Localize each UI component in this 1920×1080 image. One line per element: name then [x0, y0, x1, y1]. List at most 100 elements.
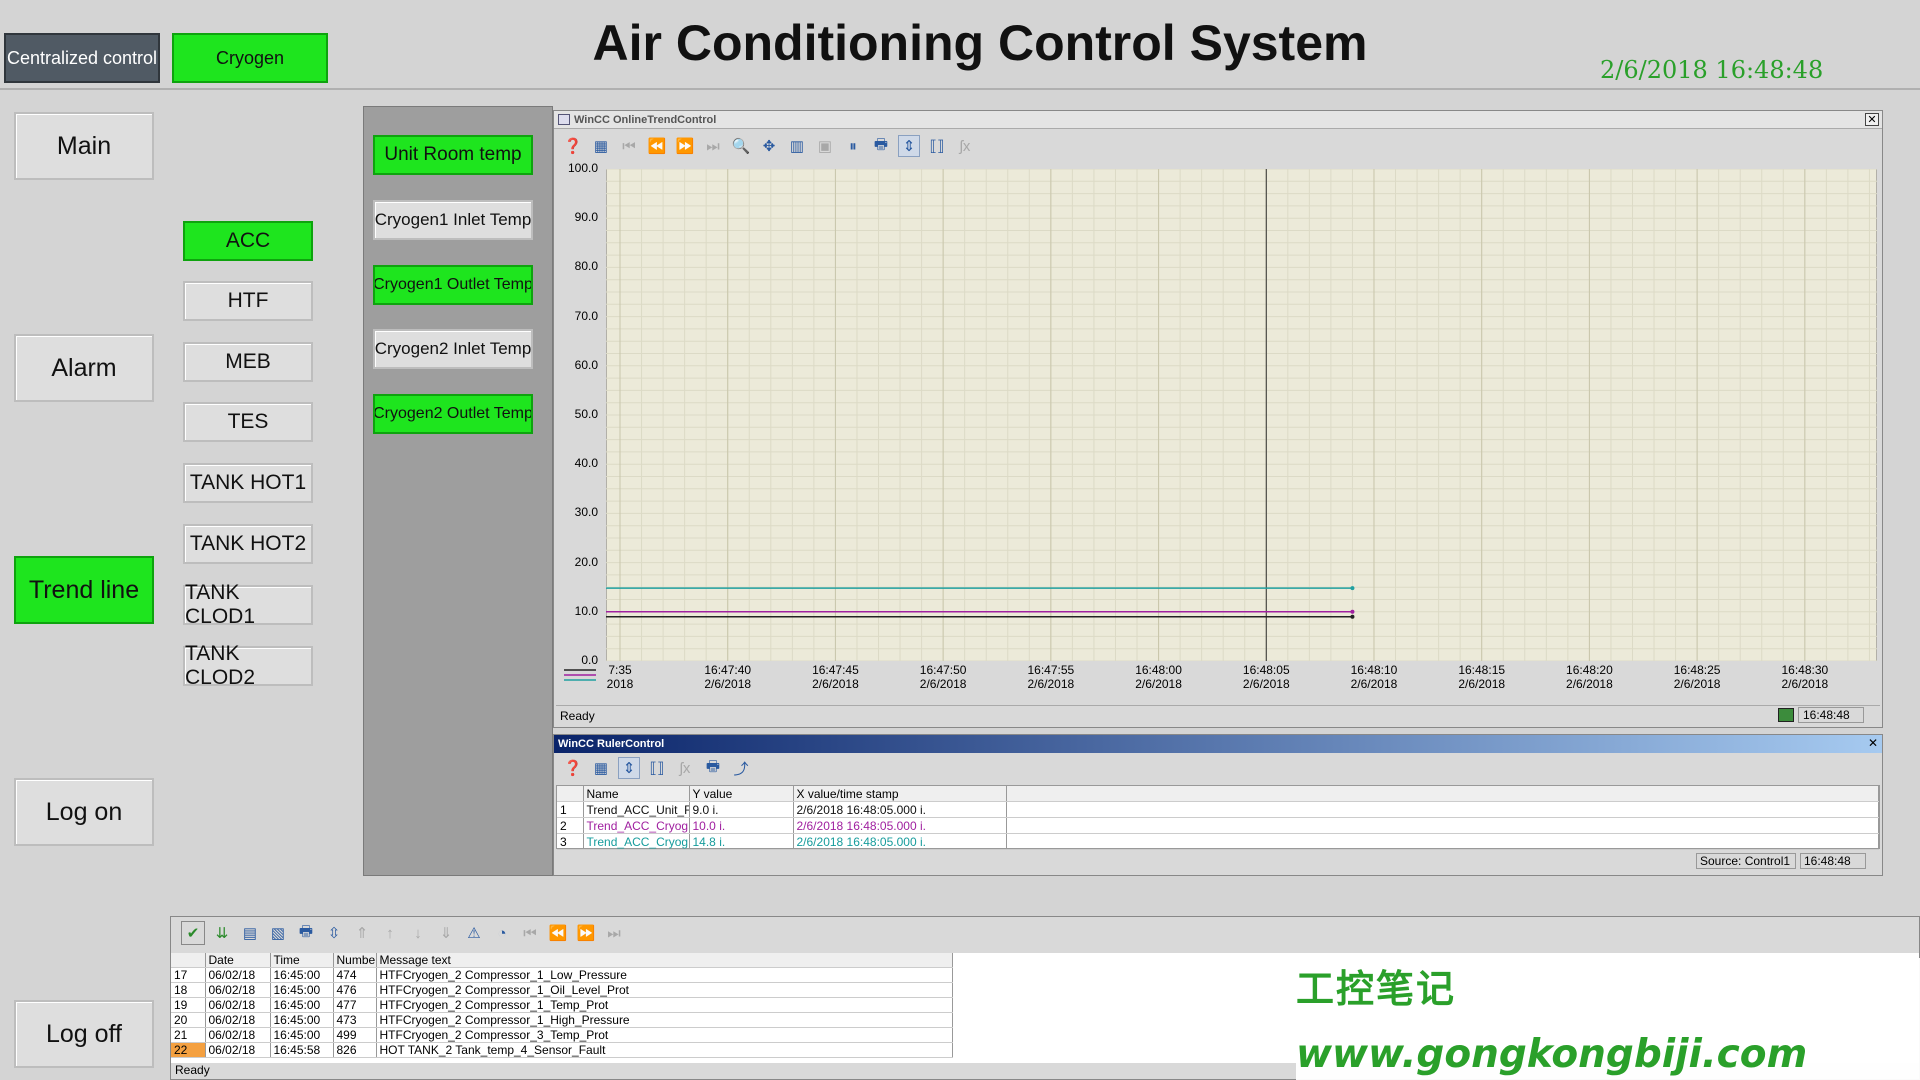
print-icon[interactable]: 🖶: [702, 757, 724, 779]
centralized-control-button[interactable]: Centralized control: [4, 33, 160, 83]
autoscroll-icon[interactable]: ⇳: [323, 922, 345, 944]
y-tick-label: 50.0: [574, 407, 598, 421]
acknowledge-icon[interactable]: ⚠: [463, 922, 485, 944]
original-view-icon[interactable]: ▣: [814, 135, 836, 157]
ruler-table: Name Y value X value/time stamp 1 Trend_…: [557, 786, 1879, 850]
config-dialog-icon[interactable]: ▦: [590, 757, 612, 779]
ruler-col-x[interactable]: X value/time stamp: [793, 786, 1007, 802]
statistics-icon[interactable]: ʃx: [954, 135, 976, 157]
statistic-area-window-icon[interactable]: ⟦⟧: [646, 757, 668, 779]
last-page-icon[interactable]: ⏭: [603, 922, 625, 944]
x-tick-label: 7:35 2018: [606, 663, 634, 691]
alarm-toolbar: ✔ ⇊ ▤ ▧ 🖶 ⇳ ⇑ ↑ ↓ ⇓ ⚠ ◔ ⏮ ⏪ ⏩ ⏭: [181, 921, 625, 945]
y-tick-label: 40.0: [574, 456, 598, 471]
trend-cryogen2-inlet-button[interactable]: Cryogen2 Inlet Temp: [373, 329, 533, 369]
last-record-icon[interactable]: ⏭: [702, 135, 724, 157]
ruler-row-index: 3: [557, 833, 584, 850]
historical-list-icon[interactable]: ⇊: [211, 922, 233, 944]
alarm-row-date: 06/02/18: [205, 997, 271, 1013]
trend-cryogen2-outlet-button[interactable]: Cryogen2 Outlet Temp: [373, 394, 533, 434]
move-axes-icon[interactable]: ✥: [758, 135, 780, 157]
subnav-tank-hot1-button[interactable]: TANK HOT1: [183, 463, 313, 503]
first-message-icon[interactable]: ⇑: [351, 922, 373, 944]
trend-toolbar: ❓ ▦ ⏮ ⏪ ⏩ ⏭ 🔍 ✥ ▥ ▣ ⏸ 🖶 ⇕ ⟦⟧ ʃx: [562, 135, 976, 157]
config-dialog-icon[interactable]: ▦: [590, 135, 612, 157]
ruler-icon[interactable]: ⇕: [898, 135, 920, 157]
first-page-icon[interactable]: ⏮: [519, 922, 541, 944]
watermark-url: www.gongkongbiji.com: [1296, 1032, 1808, 1077]
subnav-meb-button[interactable]: MEB: [183, 342, 313, 382]
log-off-button[interactable]: Log off: [14, 1000, 154, 1068]
alarm-col-time[interactable]: Time: [270, 953, 334, 968]
journal-list-icon[interactable]: ▤: [239, 922, 261, 944]
alarm-row-index: 17: [171, 967, 206, 983]
alarm-row[interactable]: 17 06/02/18 16:45:00 474 HTFCryogen_2 Co…: [171, 967, 953, 983]
trend-line-nav-button[interactable]: Trend line: [14, 556, 154, 624]
ruler-row[interactable]: 1 Trend_ACC_Unit_F 9.0 i. 2/6/2018 16:48…: [557, 801, 1879, 818]
subnav-tank-hot2-button[interactable]: TANK HOT2: [183, 524, 313, 564]
subnav-tank-clod2-button[interactable]: TANK CLOD2: [183, 642, 313, 689]
ruler-status-time: 16:48:48: [1800, 853, 1866, 869]
print-icon[interactable]: 🖶: [870, 135, 892, 157]
x-tick-label: 16:48:15 2/6/2018: [1458, 663, 1506, 691]
alarm-row[interactable]: 19 06/02/18 16:45:00 477 HTFCryogen_2 Co…: [171, 997, 953, 1013]
last-message-icon[interactable]: ⇓: [435, 922, 457, 944]
alarm-col-number[interactable]: Numbe: [333, 953, 377, 968]
previous-page-icon[interactable]: ⏪: [547, 922, 569, 944]
x-axis: 7:35 2018 16:47:40 2/6/2018 16:47:45 2/6/2018…: [606, 661, 1877, 701]
select-data-icon[interactable]: ▥: [786, 135, 808, 157]
alarm-row-index: 21: [171, 1027, 206, 1043]
alarm-row[interactable]: 18 06/02/18 16:45:00 476 HTFCryogen_2 Co…: [171, 982, 953, 998]
alarm-row-number: 499: [333, 1027, 377, 1043]
ruler-row[interactable]: 3 Trend_ACC_Cryog 14.8 i. 2/6/2018 16:48…: [557, 833, 1879, 850]
trend-unit-room-temp-button[interactable]: Unit Room temp: [373, 135, 533, 175]
next-page-icon[interactable]: ⏩: [575, 922, 597, 944]
log-on-button[interactable]: Log on: [14, 778, 154, 846]
ruler-row[interactable]: 2 Trend_ACC_Cryog 10.0 i. 2/6/2018 16:48…: [557, 817, 1879, 834]
next-message-icon[interactable]: ↓: [407, 922, 429, 944]
ruler-window-icon[interactable]: ⇕: [618, 757, 640, 779]
y-tick-label: 10.0: [574, 603, 598, 618]
ruler-window-titlebar: WinCC RulerControl: [554, 735, 1882, 753]
statistic-area-icon[interactable]: ⟦⟧: [926, 135, 948, 157]
loop-in-alarm-icon[interactable]: ◔: [491, 922, 513, 944]
next-record-icon[interactable]: ⏩: [674, 135, 696, 157]
subnav-tes-button[interactable]: TES: [183, 402, 313, 442]
alarm-row[interactable]: 21 06/02/18 16:45:00 499 HTFCryogen_2 Co…: [171, 1027, 953, 1043]
subnav-acc-button[interactable]: ACC: [183, 221, 313, 261]
first-record-icon[interactable]: ⏮: [618, 135, 640, 157]
ruler-col-name[interactable]: Name: [583, 786, 690, 802]
alarm-row-index: 18: [171, 982, 206, 998]
subnav-tank-clod1-button[interactable]: TANK CLOD1: [183, 581, 313, 628]
trend-cryogen1-inlet-button[interactable]: Cryogen1 Inlet Temp: [373, 200, 533, 240]
alarm-row-index: 20: [171, 1012, 206, 1028]
stop-start-icon[interactable]: ⏸: [842, 135, 864, 157]
previous-message-icon[interactable]: ↑: [379, 922, 401, 944]
ruler-col-y[interactable]: Y value: [689, 786, 794, 802]
subnav-htf-button[interactable]: HTF: [183, 281, 313, 321]
legend-icon[interactable]: [562, 665, 598, 685]
message-list-icon[interactable]: ✔: [181, 921, 205, 945]
export-icon[interactable]: ⤴: [730, 757, 752, 779]
alarm-nav-button[interactable]: Alarm: [14, 334, 154, 402]
alarm-col-date[interactable]: Date: [205, 953, 271, 968]
help-icon[interactable]: ❓: [562, 757, 584, 779]
trend-chart[interactable]: [606, 169, 1877, 661]
print-icon[interactable]: 🖶: [295, 922, 317, 944]
y-axis: 100.0 90.0 80.0 70.0 60.0 50.0 40.0 30.0 20.0 10.…: [554, 161, 602, 667]
alarm-col-message[interactable]: Message text: [376, 953, 953, 968]
trend-cryogen1-outlet-button[interactable]: Cryogen1 Outlet Temp: [373, 265, 533, 305]
statistics-window-icon[interactable]: ʃx: [674, 757, 696, 779]
alarm-row[interactable]: 22 06/02/18 16:45:58 826 HOT TANK_2 Tank…: [171, 1042, 953, 1058]
trend-status-bar: Ready: [556, 705, 1880, 725]
lock-list-icon[interactable]: ▧: [267, 922, 289, 944]
zoom-area-icon[interactable]: 🔍: [730, 135, 752, 157]
main-nav-button[interactable]: Main: [14, 112, 154, 180]
help-icon[interactable]: ❓: [562, 135, 584, 157]
close-icon[interactable]: ✕: [1868, 736, 1878, 750]
alarm-row-number: 476: [333, 982, 377, 998]
close-icon[interactable]: ✕: [1865, 113, 1879, 126]
alarm-row[interactable]: 20 06/02/18 16:45:00 473 HTFCryogen_2 Co…: [171, 1012, 953, 1028]
previous-record-icon[interactable]: ⏪: [646, 135, 668, 157]
cryogen-button[interactable]: Cryogen: [172, 33, 328, 83]
